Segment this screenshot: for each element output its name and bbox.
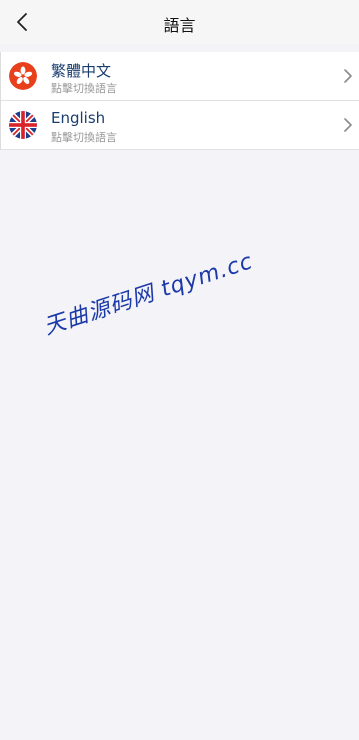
- page-title: 語言: [163, 16, 196, 35]
- language-label: English: [51, 109, 106, 127]
- chevron-right-icon: [344, 118, 352, 132]
- uk-flag-icon: [9, 111, 37, 139]
- top-nav-bar: 語言: [0, 0, 359, 44]
- language-list: 繁體中文 點擊切換語言 English 點擊切換語言: [0, 52, 359, 150]
- chevron-right-icon: [344, 69, 352, 83]
- language-subtitle: 點擊切換語言: [51, 82, 117, 95]
- language-subtitle: 點擊切換語言: [51, 131, 117, 144]
- language-label: 繁體中文: [51, 62, 112, 80]
- watermark-text: 天曲源码网 tqym.cc: [40, 249, 257, 341]
- language-item-english[interactable]: English 點擊切換語言: [1, 101, 359, 150]
- hong-kong-flag-icon: [9, 62, 37, 90]
- language-item-traditional-chinese[interactable]: 繁體中文 點擊切換語言: [1, 52, 359, 101]
